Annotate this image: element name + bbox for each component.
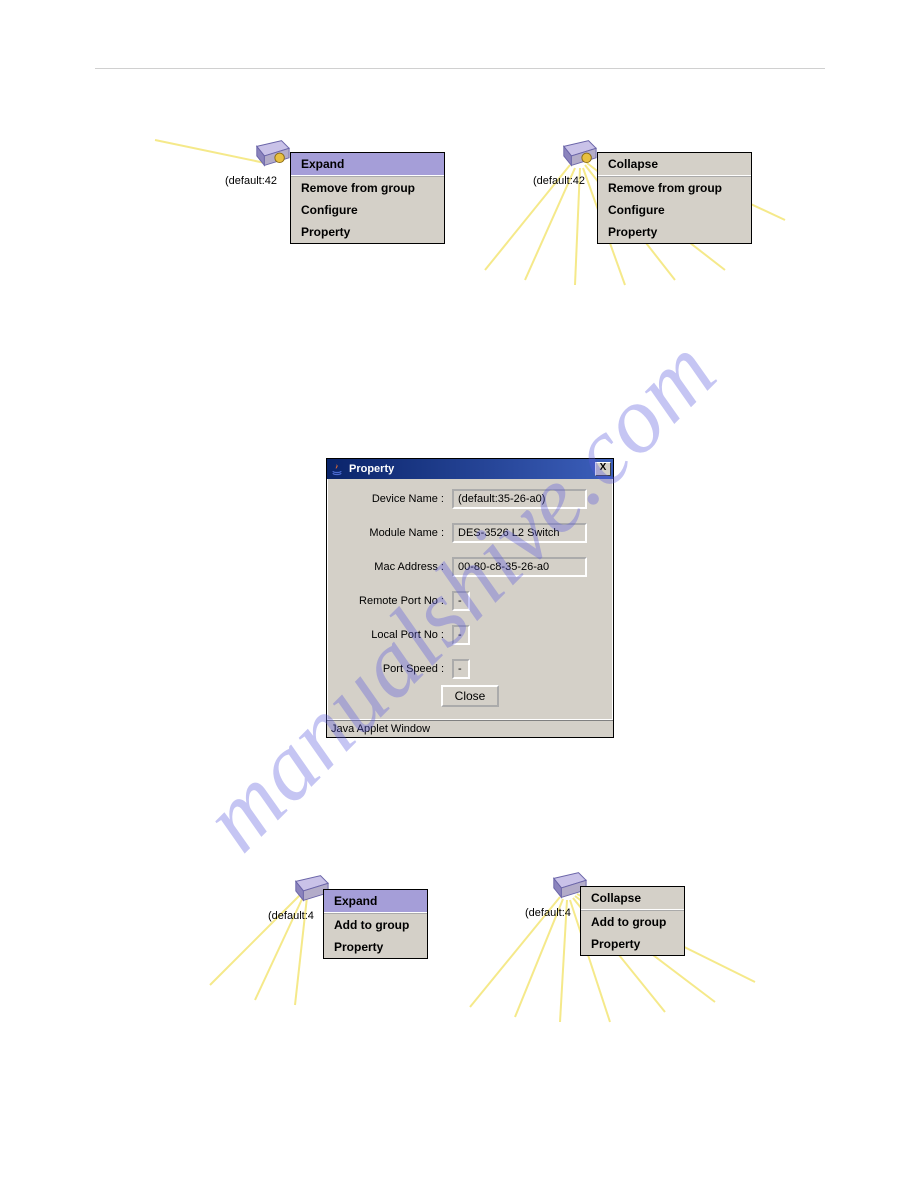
scene-bottom-left: (default:4 Expand Add to group Property — [200, 865, 460, 1015]
label-device-name: Device Name : — [334, 493, 452, 505]
context-menu: Collapse Remove from group Configure Pro… — [597, 152, 752, 244]
device-icon[interactable] — [560, 138, 598, 170]
dialog-close-button[interactable]: X — [595, 462, 611, 476]
value-port-speed: - — [452, 659, 470, 679]
label-local-port: Local Port No : — [334, 629, 452, 641]
label-remote-port: Remote Port No : — [334, 595, 452, 607]
menu-item-property[interactable]: Property — [581, 933, 684, 955]
device-icon[interactable] — [253, 138, 291, 170]
context-menu: Expand Remove from group Configure Prope… — [290, 152, 445, 244]
dialog-title: Property — [349, 463, 595, 475]
menu-item-add-to-group[interactable]: Add to group — [581, 910, 684, 933]
scene-top-left: (default:42 Expand Remove from group Con… — [145, 130, 455, 280]
menu-item-configure[interactable]: Configure — [291, 199, 444, 221]
menu-item-collapse[interactable]: Collapse — [581, 887, 684, 910]
label-port-speed: Port Speed : — [334, 663, 452, 675]
menu-item-expand[interactable]: Expand — [324, 890, 427, 913]
menu-item-configure[interactable]: Configure — [598, 199, 751, 221]
scene-bottom-right: (default:4 Collapse Add to group Propert… — [450, 862, 780, 1032]
java-icon — [329, 461, 345, 477]
property-dialog: Property X Device Name : (default:35-26-… — [326, 458, 614, 738]
context-menu: Collapse Add to group Property — [580, 886, 685, 956]
menu-item-property[interactable]: Property — [291, 221, 444, 243]
close-button[interactable]: Close — [441, 685, 500, 707]
page-top-rule — [95, 68, 825, 69]
context-menu: Expand Add to group Property — [323, 889, 428, 959]
device-label: (default:4 — [268, 910, 314, 922]
scene-top-right: (default:42 Collapse Remove from group C… — [465, 130, 795, 300]
device-label: (default:4 — [525, 907, 571, 919]
value-mac-address: 00-80-c8-35-26-a0 — [452, 557, 587, 577]
menu-item-property[interactable]: Property — [324, 936, 427, 958]
label-module-name: Module Name : — [334, 527, 452, 539]
menu-item-remove-from-group[interactable]: Remove from group — [598, 176, 751, 199]
value-device-name: (default:35-26-a0) — [452, 489, 587, 509]
value-module-name: DES-3526 L2 Switch — [452, 523, 587, 543]
dialog-titlebar[interactable]: Property X — [327, 459, 613, 479]
device-label: (default:42 — [533, 175, 585, 187]
menu-item-property[interactable]: Property — [598, 221, 751, 243]
value-local-port: - — [452, 625, 470, 645]
menu-item-expand[interactable]: Expand — [291, 153, 444, 176]
device-label: (default:42 — [225, 175, 277, 187]
dialog-statusbar: Java Applet Window — [327, 720, 613, 737]
menu-item-remove-from-group[interactable]: Remove from group — [291, 176, 444, 199]
menu-item-add-to-group[interactable]: Add to group — [324, 913, 427, 936]
menu-item-collapse[interactable]: Collapse — [598, 153, 751, 176]
value-remote-port: - — [452, 591, 470, 611]
dialog-body: Device Name : (default:35-26-a0) Module … — [327, 479, 613, 720]
label-mac-address: Mac Address : — [334, 561, 452, 573]
